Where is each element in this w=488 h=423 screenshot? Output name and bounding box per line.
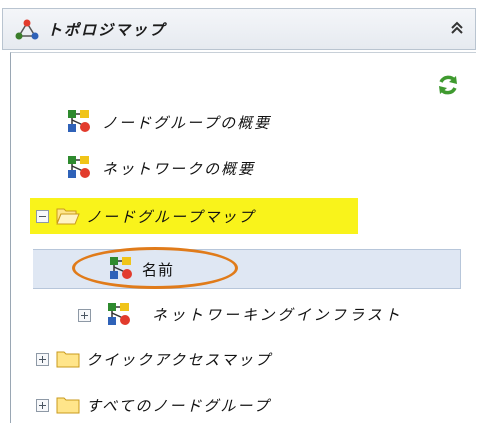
collapse-icon[interactable] [449,20,465,36]
node-map-icon [68,156,90,178]
refresh-icon[interactable] [436,73,460,97]
tree-item-networking-infra[interactable]: ネットワーキングインフラスト [78,300,478,330]
tree-item-label: ノードグループマップ [86,208,256,226]
expand-expander[interactable] [36,353,49,366]
topology-map-panel: トポロジマップ ノードグループの概要 ネットワークの概要 ノードグループマップ … [0,0,480,423]
tree-item-node-group-map[interactable]: ノードグループマップ [36,202,356,232]
tree-item-node-group-overview[interactable]: ノードグループの概要 [66,108,386,138]
folder-icon [56,397,80,414]
expand-expander[interactable] [36,399,49,412]
tree-item-label: ノードグループの概要 [102,114,272,132]
row-divider [460,249,461,289]
panel-header[interactable]: トポロジマップ [2,8,476,50]
node-map-icon [108,303,130,325]
tree-item-all-node-groups[interactable]: すべてのノードグループ [36,391,366,421]
annotation-oval [72,247,238,289]
tree-item-quick-access-map[interactable]: クイックアクセスマップ [36,345,366,375]
tree-item-label: ネットワーキングインフラスト [152,306,403,324]
folder-open-icon [56,208,80,225]
panel-title: トポロジマップ [47,21,167,39]
folder-icon [56,351,80,368]
collapse-expander[interactable] [36,210,49,223]
tree-item-label: ネットワークの概要 [102,160,256,178]
node-map-icon [68,110,90,132]
tree-item-label: クイックアクセスマップ [86,351,272,369]
topology-icon [15,19,39,40]
tree-item-label: すべてのノードグループ [86,397,271,415]
tree-item-network-overview[interactable]: ネットワークの概要 [66,154,366,184]
expand-expander[interactable] [78,309,91,322]
